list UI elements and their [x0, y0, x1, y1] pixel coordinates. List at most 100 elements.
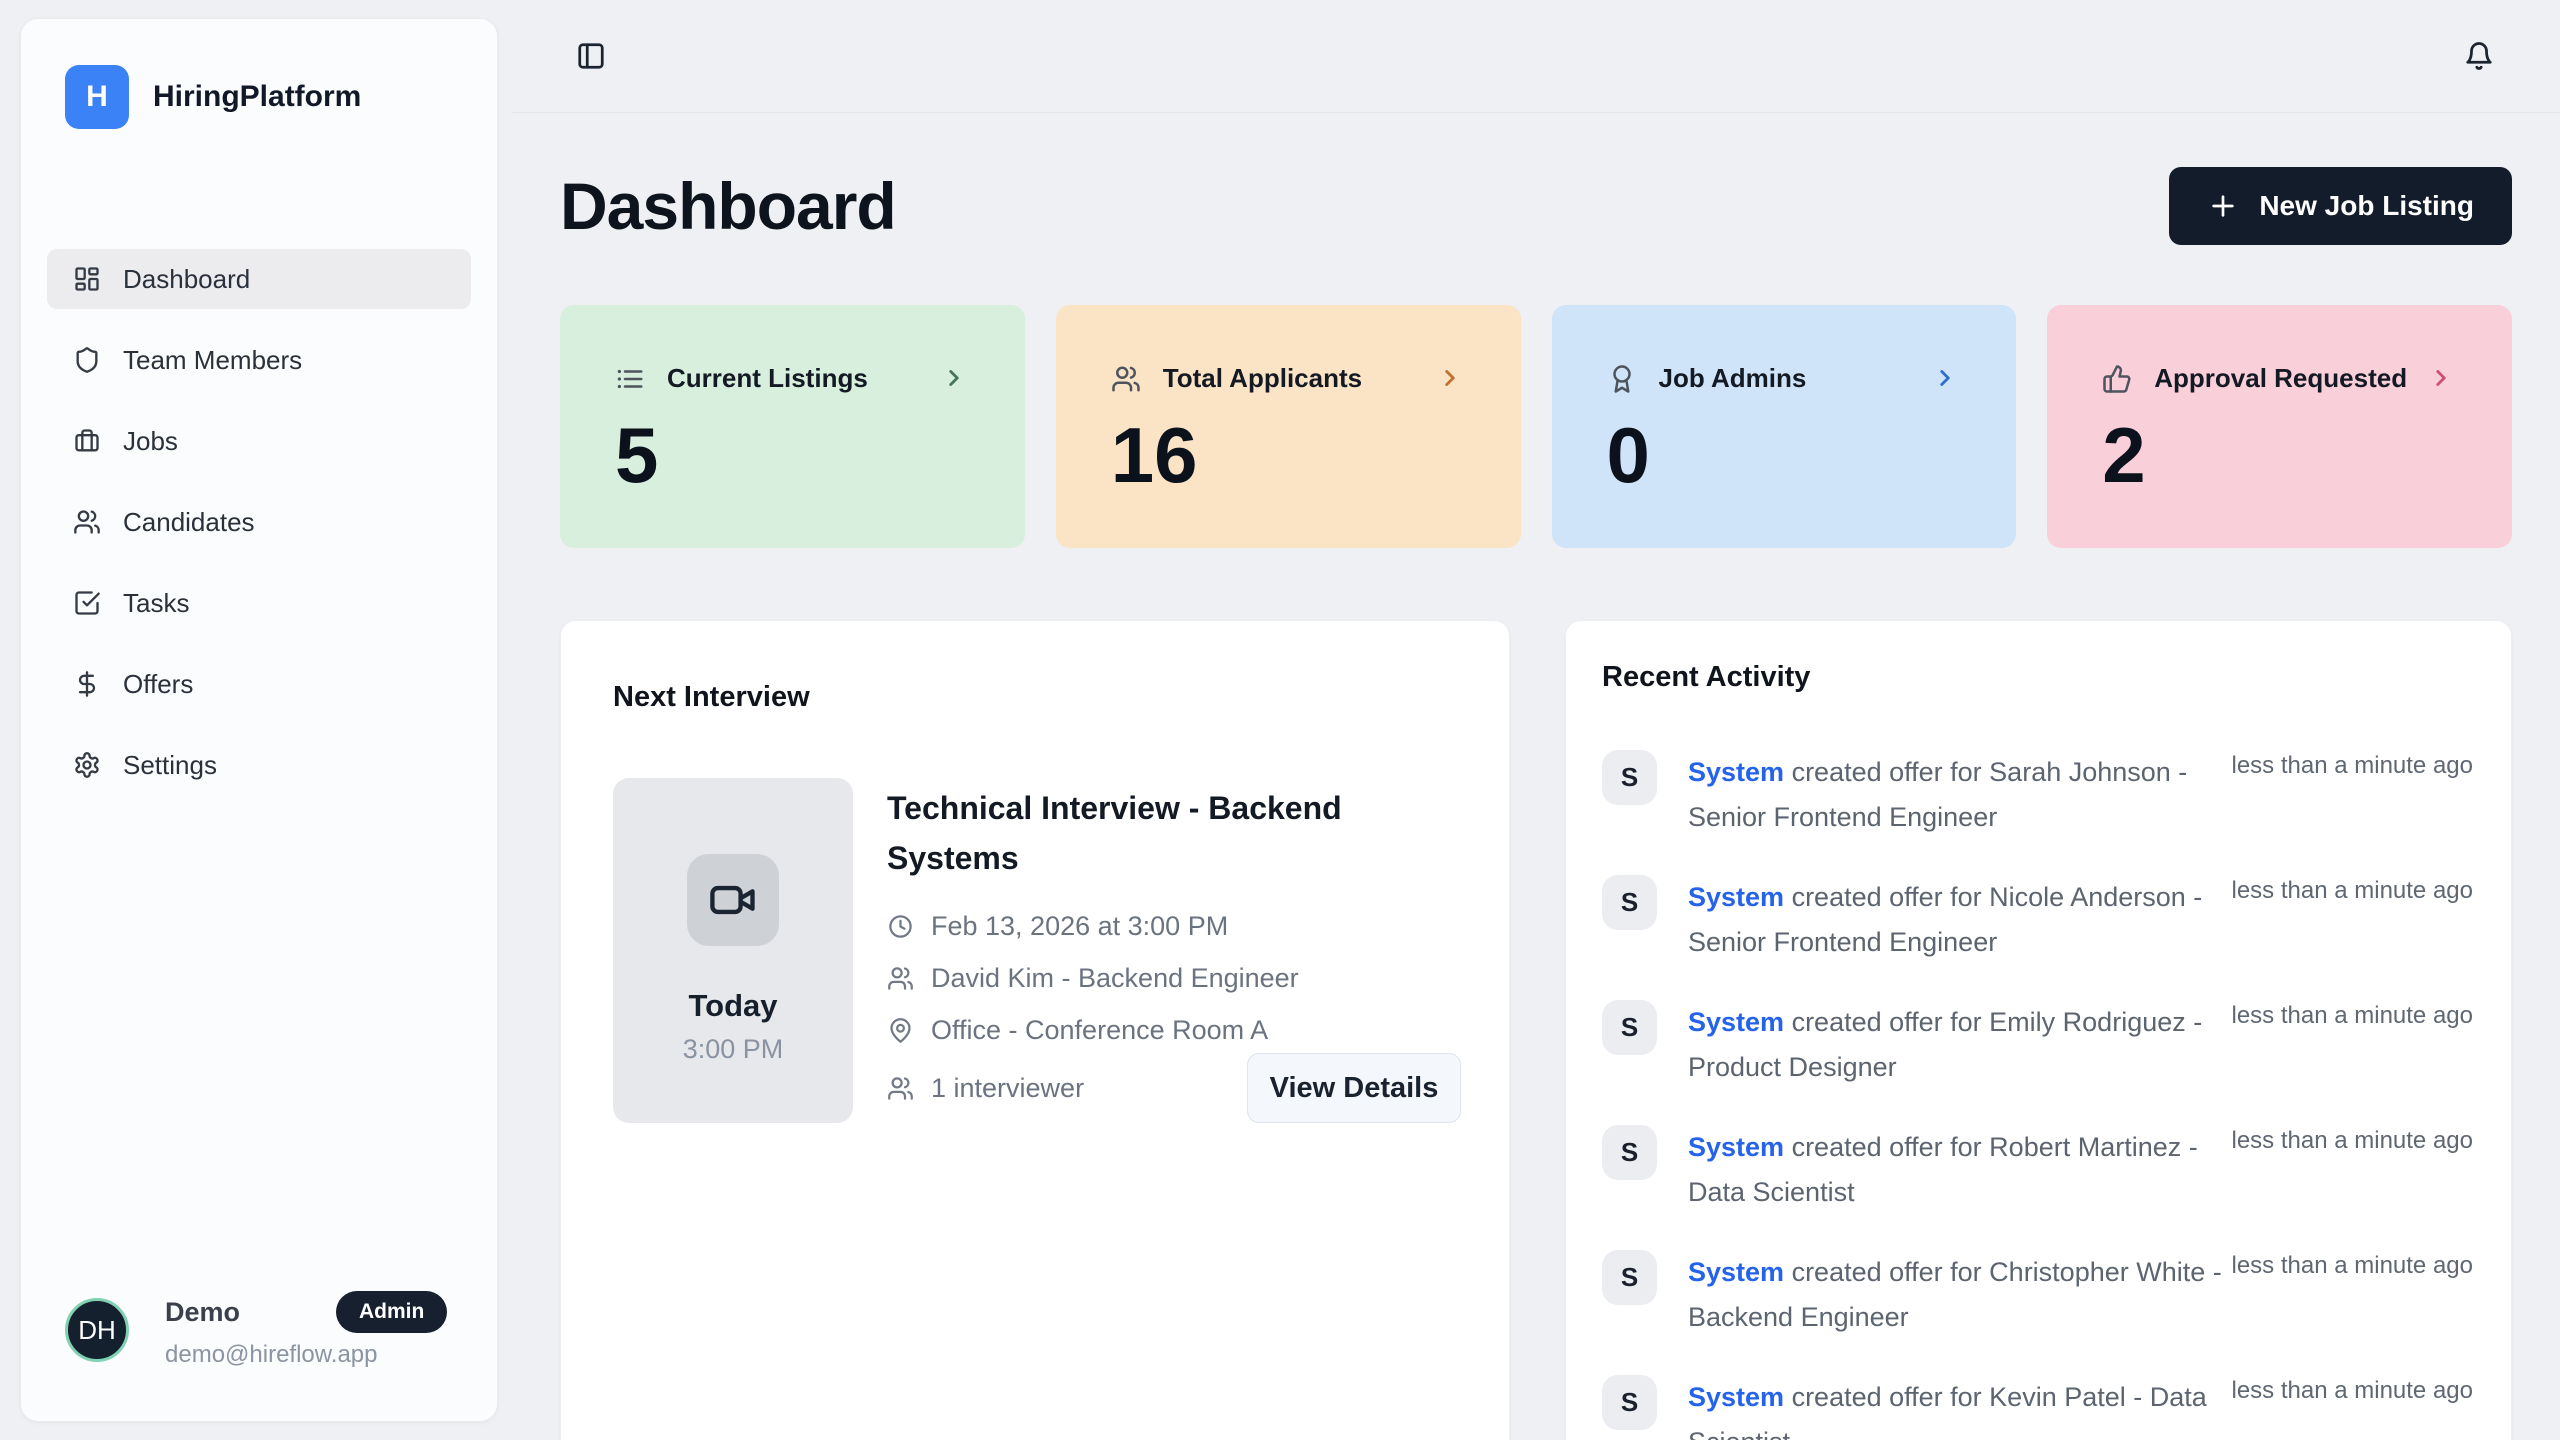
role-badge: Admin: [336, 1291, 447, 1333]
stat-card-job-admins[interactable]: Job Admins 0: [1552, 305, 2017, 548]
activity-timestamp: less than a minute ago: [2232, 1377, 2474, 1405]
sidebar-item-settings[interactable]: Settings: [47, 735, 471, 795]
stat-card-total-applicants[interactable]: Total Applicants 16: [1056, 305, 1521, 548]
sidebar-item-label: Dashboard: [123, 264, 250, 295]
stats-row: Current Listings 5 Total Applicants 16: [560, 305, 2512, 548]
interview-person: David Kim - Backend Engineer: [931, 963, 1299, 994]
avatar: DH: [65, 1298, 129, 1362]
chevron-right-icon: [2428, 365, 2454, 391]
panel-left-icon: [576, 41, 606, 71]
activity-actor-link[interactable]: System: [1688, 1382, 1784, 1412]
sidebar-item-label: Settings: [123, 750, 217, 781]
sidebar-item-dashboard[interactable]: Dashboard: [47, 249, 471, 309]
chevron-right-icon: [941, 365, 967, 391]
interview-job-title: Technical Interview - Backend Systems: [887, 784, 1407, 883]
interview-day: Today: [689, 988, 778, 1024]
notifications-button[interactable]: [2464, 41, 2494, 71]
activity-item: S System created offer for Christopher W…: [1602, 1250, 2473, 1340]
stat-label: Current Listings: [667, 363, 868, 394]
sidebar-item-offers[interactable]: Offers: [47, 654, 471, 714]
plus-icon: [2207, 190, 2239, 222]
view-details-button[interactable]: View Details: [1247, 1053, 1461, 1123]
new-job-listing-label: New Job Listing: [2259, 190, 2474, 222]
users-icon: [887, 1075, 914, 1102]
sidebar-item-label: Jobs: [123, 426, 178, 457]
users-icon: [887, 965, 914, 992]
activity-item: S System created offer for Nicole Anders…: [1602, 875, 2473, 965]
activity-actor-link[interactable]: System: [1688, 882, 1784, 912]
sidebar-item-label: Team Members: [123, 345, 302, 376]
interview-datetime: Feb 13, 2026 at 3:00 PM: [931, 911, 1228, 942]
activity-item: S System created offer for Robert Martin…: [1602, 1125, 2473, 1215]
topbar: [512, 0, 2560, 113]
bell-icon: [2464, 41, 2494, 71]
chevron-right-icon: [1932, 365, 1958, 391]
video-camera-icon: [687, 854, 779, 946]
stat-card-current-listings[interactable]: Current Listings 5: [560, 305, 1025, 548]
recent-activity-panel: Recent Activity S System created offer f…: [1565, 620, 2512, 1440]
interview-date-box: Today 3:00 PM: [613, 778, 853, 1123]
user-profile[interactable]: DH Demo Admin demo@hireflow.app: [21, 1291, 497, 1421]
stat-label: Total Applicants: [1163, 363, 1362, 394]
sidebar: H HiringPlatform Dashboard Team Members …: [20, 18, 498, 1422]
sidebar-nav: Dashboard Team Members Jobs Candidates T…: [21, 249, 497, 795]
map-pin-icon: [887, 1017, 914, 1044]
stat-label: Job Admins: [1659, 363, 1807, 394]
sidebar-item-label: Offers: [123, 669, 193, 700]
next-interview-panel: Next Interview Today 3:00 PM Technical I…: [560, 620, 1510, 1440]
check-square-icon: [73, 589, 101, 617]
brand: H HiringPlatform: [21, 19, 497, 129]
gear-icon: [73, 751, 101, 779]
activity-actor-link[interactable]: System: [1688, 1007, 1784, 1037]
stat-value: 0: [1607, 410, 1961, 501]
activity-list: S System created offer for Sarah Johnson…: [1602, 750, 2473, 1440]
sidebar-item-label: Candidates: [123, 507, 255, 538]
page-title: Dashboard: [560, 168, 896, 244]
thumbs-up-icon: [2102, 364, 2132, 394]
stat-value: 5: [615, 410, 969, 501]
recent-activity-title: Recent Activity: [1602, 661, 2473, 694]
activity-timestamp: less than a minute ago: [2232, 752, 2474, 780]
activity-timestamp: less than a minute ago: [2232, 1252, 2474, 1280]
activity-avatar: S: [1602, 1000, 1657, 1055]
new-job-listing-button[interactable]: New Job Listing: [2169, 167, 2512, 245]
sidebar-item-label: Tasks: [123, 588, 189, 619]
interview-location: Office - Conference Room A: [931, 1015, 1268, 1046]
activity-timestamp: less than a minute ago: [2232, 1002, 2474, 1030]
briefcase-icon: [73, 427, 101, 455]
users-icon: [73, 508, 101, 536]
activity-avatar: S: [1602, 1125, 1657, 1180]
activity-actor-link[interactable]: System: [1688, 757, 1784, 787]
stat-value: 16: [1111, 410, 1465, 501]
shield-icon: [73, 346, 101, 374]
activity-timestamp: less than a minute ago: [2232, 877, 2474, 905]
activity-avatar: S: [1602, 1375, 1657, 1430]
interviewer-count: 1 interviewer: [931, 1073, 1084, 1104]
user-email: demo@hireflow.app: [165, 1341, 447, 1369]
activity-item: S System created offer for Kevin Patel -…: [1602, 1375, 2473, 1440]
user-name: Demo: [165, 1297, 240, 1328]
chevron-right-icon: [1437, 365, 1463, 391]
award-icon: [1607, 364, 1637, 394]
sidebar-item-team-members[interactable]: Team Members: [47, 330, 471, 390]
content: Dashboard New Job Listing Current Listin…: [512, 167, 2560, 1440]
activity-avatar: S: [1602, 875, 1657, 930]
brand-name: HiringPlatform: [153, 80, 361, 114]
users-icon: [1111, 364, 1141, 394]
sidebar-toggle-button[interactable]: [576, 41, 606, 71]
activity-actor-link[interactable]: System: [1688, 1257, 1784, 1287]
sidebar-item-jobs[interactable]: Jobs: [47, 411, 471, 471]
dashboard-grid-icon: [73, 265, 101, 293]
sidebar-item-tasks[interactable]: Tasks: [47, 573, 471, 633]
dollar-icon: [73, 670, 101, 698]
sidebar-item-candidates[interactable]: Candidates: [47, 492, 471, 552]
activity-timestamp: less than a minute ago: [2232, 1127, 2474, 1155]
clock-icon: [887, 913, 914, 940]
stat-label: Approval Requested: [2154, 363, 2407, 394]
stat-card-approval-requested[interactable]: Approval Requested 2: [2047, 305, 2512, 548]
main-area: Dashboard New Job Listing Current Listin…: [512, 0, 2560, 1440]
activity-actor-link[interactable]: System: [1688, 1132, 1784, 1162]
interview-time: 3:00 PM: [683, 1034, 784, 1065]
brand-logo: H: [65, 65, 129, 129]
activity-avatar: S: [1602, 1250, 1657, 1305]
